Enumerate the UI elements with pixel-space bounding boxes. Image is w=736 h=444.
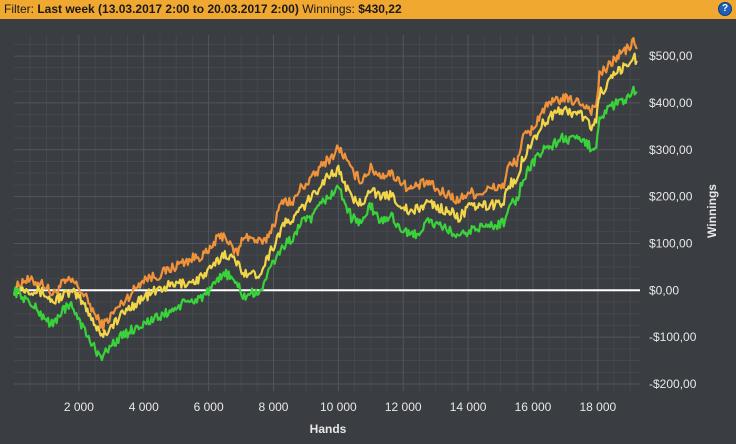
y-tick-label: $100,00 — [649, 236, 693, 250]
x-tick-label: 4 000 — [129, 400, 159, 414]
x-tick-label: 10 000 — [320, 400, 357, 414]
winnings-graph: 2 000 4 000 6 000 8 000 10 000 12 000 14 000 16… — [0, 19, 736, 439]
x-tick-label: 12 000 — [385, 400, 422, 414]
grid-major — [14, 35, 640, 391]
x-tick-label: 18 000 — [579, 400, 616, 414]
y-tick-label: $200,00 — [649, 190, 693, 204]
winnings-chart: 2 000 4 000 6 000 8 000 10 000 12 000 14 000 16… — [12, 35, 719, 436]
x-axis-label: Hands — [310, 422, 347, 436]
y-tick-label: $300,00 — [649, 143, 693, 157]
x-tick-label: 16 000 — [515, 400, 552, 414]
x-axis-ticks: 2 000 4 000 6 000 8 000 10 000 12 000 14 000 16… — [64, 400, 617, 414]
filter-label: Filter: — [4, 2, 34, 16]
y-tick-label: $0,00 — [649, 283, 679, 297]
series-layer — [12, 37, 638, 362]
x-tick-label: 14 000 — [450, 400, 487, 414]
y-axis-ticks: -$200,00 -$100,00 $0,00 $100,00 $200,00 $300,… — [649, 49, 697, 391]
filter-value[interactable]: Last week (13.03.2017 2:00 to 20.03.2017… — [37, 2, 299, 16]
winnings-label: Winnings: — [302, 2, 355, 16]
winnings-value: $430,22 — [358, 2, 402, 16]
y-tick-label: -$100,00 — [649, 330, 697, 344]
y-axis-label: Winnings — [705, 184, 719, 238]
help-icon[interactable]: ? — [718, 2, 732, 16]
filter-bar: Filter: Last week (13.03.2017 2:00 to 20… — [0, 0, 736, 19]
x-tick-label: 2 000 — [64, 400, 94, 414]
y-tick-label: -$200,00 — [649, 377, 697, 391]
y-tick-label: $400,00 — [649, 96, 693, 110]
x-tick-label: 6 000 — [194, 400, 224, 414]
y-tick-label: $500,00 — [649, 49, 693, 63]
series-line-1 — [12, 37, 638, 332]
series-line-2 — [13, 52, 638, 338]
x-tick-label: 8 000 — [258, 400, 288, 414]
